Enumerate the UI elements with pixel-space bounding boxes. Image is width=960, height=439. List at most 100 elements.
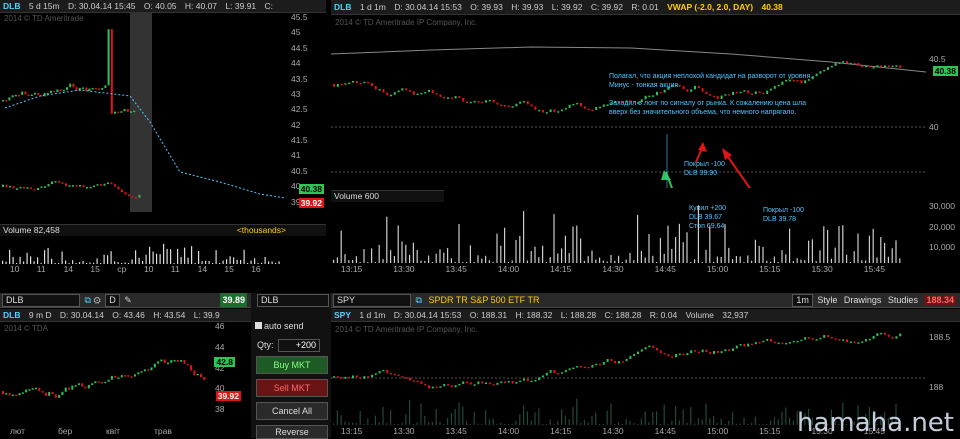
main-chart-panel[interactable]: DLB 1 d 1m D: 30.04.14 15:53 O: 39.93 H:…	[331, 0, 960, 276]
candle	[378, 89, 381, 91]
qty-input[interactable]: +200	[278, 339, 321, 352]
spy-link-icon[interactable]: ⧉	[416, 295, 422, 305]
qty-label: Qty:	[257, 340, 274, 350]
main-period[interactable]: 1 d 1m	[360, 2, 386, 12]
candle	[485, 382, 487, 385]
volume-bar	[557, 253, 559, 263]
candle	[431, 386, 434, 389]
candle	[758, 342, 761, 344]
daily-symbol[interactable]: DLB	[3, 310, 20, 320]
daily-chart-panel[interactable]: DLB ⧉ ⚙ D ✎ 39.89 DLB 9 m D D: 30.04.14 …	[0, 293, 251, 438]
candle	[120, 375, 123, 378]
left-chart-panel[interactable]: DLB 5 d 15m D: 30.04.14 15:45 O: 40.05 H…	[0, 0, 326, 276]
candle	[827, 334, 829, 338]
volume-bar	[675, 406, 677, 425]
timeframe-box[interactable]: D	[105, 294, 120, 307]
candle	[800, 339, 803, 342]
candle	[405, 377, 408, 379]
volume-bar	[732, 412, 734, 425]
candle	[450, 97, 453, 99]
volume-bar	[648, 421, 650, 425]
main-study[interactable]: VWAP (-2.0, 2.0, DAY)	[667, 2, 753, 12]
volume-bar	[857, 233, 859, 263]
sell-mkt-button[interactable]: Sell MKT	[256, 379, 328, 397]
volume-bar	[416, 422, 418, 425]
spy-period[interactable]: 1 d 1m	[359, 310, 385, 320]
spy-open: O: 188.31	[469, 310, 508, 320]
volume-bar	[568, 253, 570, 263]
candle	[409, 90, 411, 92]
x-tick-label: 11	[36, 264, 46, 274]
spy-symbol-box[interactable]: SPY	[333, 294, 411, 307]
candle	[397, 374, 400, 377]
order-symbol[interactable]: DLB	[257, 294, 329, 307]
auto-send-row[interactable]: auto send	[255, 321, 304, 331]
cancel-all-button[interactable]: Cancel All	[256, 402, 328, 420]
daily-symbol-box[interactable]: DLB	[2, 294, 80, 307]
volume-bar	[412, 242, 414, 263]
candle	[576, 366, 579, 368]
volume-bar	[811, 239, 813, 263]
volume-bar	[568, 419, 570, 425]
candle	[488, 382, 491, 385]
spy-studies-button[interactable]: Studies	[888, 295, 918, 305]
candle	[110, 182, 113, 185]
spy-symbol[interactable]: SPY	[334, 310, 351, 320]
draw-icon[interactable]: ✎	[124, 295, 132, 305]
candle	[614, 360, 617, 364]
reverse-button[interactable]: Reverse	[256, 425, 328, 439]
left-period[interactable]: 5 d 15m	[29, 1, 60, 11]
candle	[37, 187, 39, 191]
x-tick-label: 13:30	[393, 264, 415, 274]
volume-bar	[789, 228, 791, 263]
settings-icon[interactable]: ⚙	[93, 295, 100, 305]
volume-bar	[656, 262, 658, 263]
volume-bar	[352, 259, 354, 263]
volume-bar	[766, 260, 768, 263]
volume-bar	[462, 262, 464, 263]
candle	[773, 341, 776, 344]
candle	[382, 89, 385, 93]
spy-volume-label: Volume	[685, 310, 714, 320]
volume-bar	[409, 399, 411, 425]
candle	[420, 92, 423, 95]
spy-style-button[interactable]: Style	[817, 295, 837, 305]
candle	[735, 345, 738, 349]
candle	[857, 62, 860, 66]
x-tick-label: 13:15	[341, 426, 363, 436]
volume-bar	[538, 408, 540, 425]
volume-bar	[834, 247, 836, 263]
main-symbol[interactable]: DLB	[334, 2, 351, 12]
auto-send-checkbox[interactable]	[255, 322, 262, 329]
candle	[515, 103, 518, 107]
candle	[348, 376, 351, 379]
main-open: O: 39.93	[470, 2, 503, 12]
candle	[196, 373, 199, 376]
x-tick-label: 14:00	[497, 264, 520, 274]
volume-bar	[492, 418, 494, 425]
buy-mkt-button[interactable]: Buy MKT	[256, 356, 328, 374]
volume-bar	[792, 261, 794, 263]
volume-bar	[572, 407, 574, 425]
candle	[686, 353, 689, 356]
left-symbol[interactable]: DLB	[3, 1, 20, 11]
volume-bar	[412, 424, 414, 425]
candle	[500, 381, 503, 383]
volume-bar	[675, 237, 677, 263]
left-price-plot[interactable]	[0, 12, 288, 224]
candle	[545, 372, 548, 376]
volume-bar	[359, 411, 361, 425]
candle	[511, 381, 514, 384]
y-tick-label: 40.5	[929, 54, 946, 64]
volume-bar	[690, 262, 692, 263]
candle	[18, 94, 20, 97]
daily-period[interactable]: 9 m D	[29, 310, 52, 320]
volume-bar	[652, 255, 654, 263]
link-icon[interactable]: ⧉	[85, 295, 91, 305]
volume-bar	[884, 242, 886, 263]
spy-drawings-button[interactable]: Drawings	[844, 295, 882, 305]
volume-bar	[621, 262, 623, 263]
daily-price-plot[interactable]	[0, 321, 212, 425]
spy-interval[interactable]: 1m	[792, 294, 813, 307]
candle	[35, 387, 37, 390]
